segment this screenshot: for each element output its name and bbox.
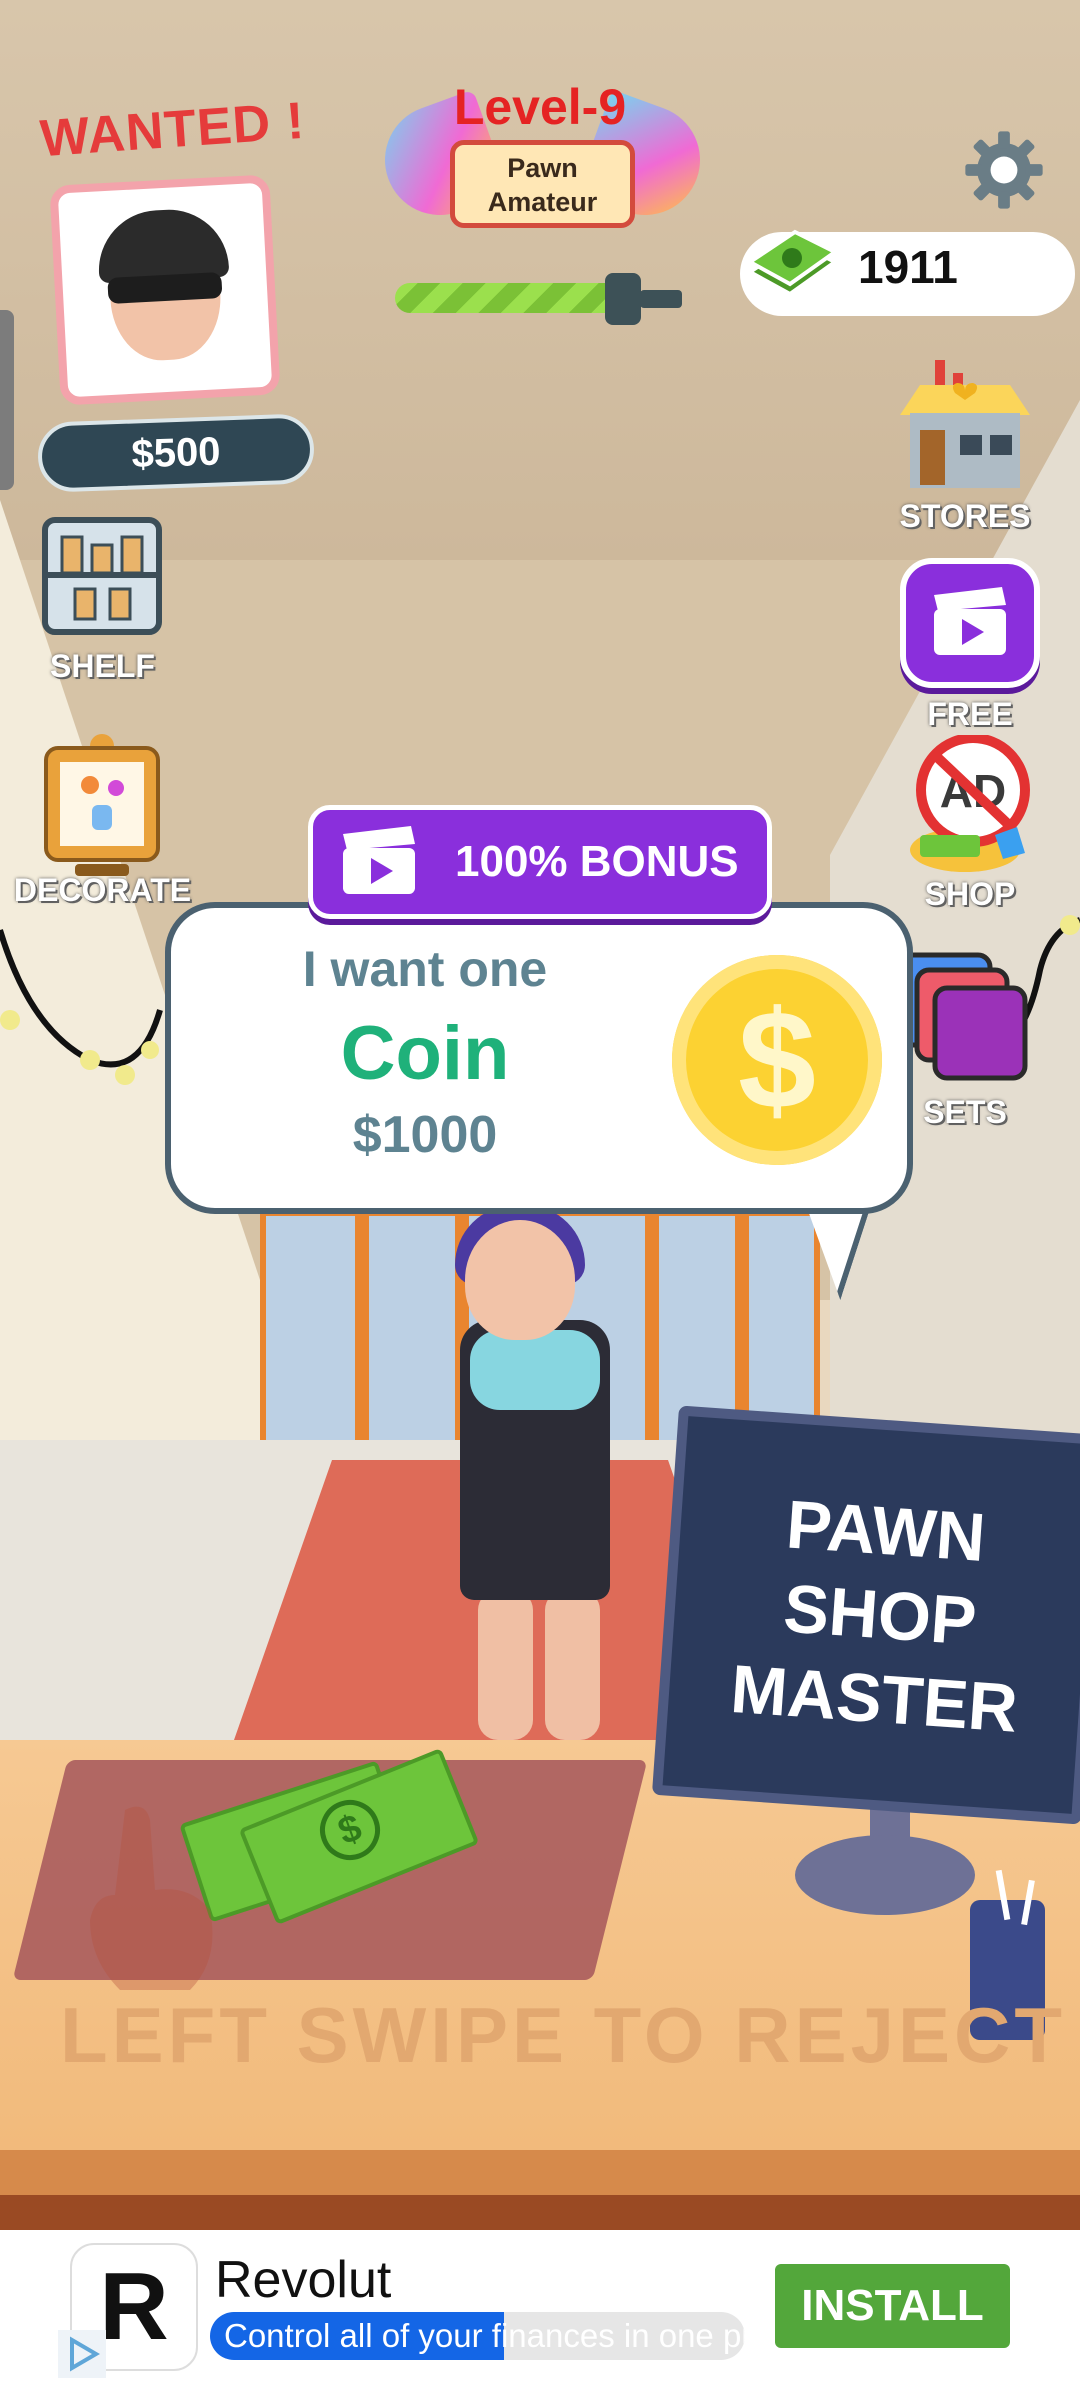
masked-face-icon — [106, 217, 224, 363]
no-ads-icon[interactable]: AD — [905, 735, 1035, 875]
ad-subtitle: Control all of your finances in one plac… — [210, 2312, 745, 2360]
offer-request-text: I want one — [302, 941, 548, 997]
store-house-icon[interactable] — [895, 355, 1035, 495]
shelf-label: SHELF — [50, 648, 155, 684]
customer-leg — [478, 1590, 533, 1740]
shelf-icon[interactable] — [40, 515, 164, 639]
pawn-shop-monitor: PAWN SHOP MASTER — [651, 1405, 1080, 1825]
card-sets-icon[interactable] — [895, 950, 1035, 1090]
stores-label: STORES — [899, 498, 1031, 534]
side-drawer-handle[interactable] — [0, 310, 14, 490]
free-label: FREE — [927, 696, 1013, 732]
rank-badge[interactable]: Pawn Amateur — [450, 140, 635, 228]
pointing-hand-icon — [90, 1806, 213, 1990]
monitor-title: PAWN SHOP MASTER — [728, 1486, 1020, 1747]
monitor-base — [795, 1835, 975, 1915]
free-video-button[interactable] — [900, 558, 1040, 688]
coin-dollar-glyph: $ — [738, 981, 816, 1138]
progress-marker — [605, 273, 641, 325]
cash-stack-icon — [746, 229, 839, 297]
customer-character[interactable] — [465, 1220, 575, 1340]
install-button[interactable]: INSTALL — [775, 2264, 1010, 2348]
counter-bottom — [0, 2195, 1080, 2230]
window-frame — [355, 1210, 369, 1440]
window-frame — [645, 1210, 659, 1440]
bonus-label: 100% BONUS — [455, 837, 739, 886]
wanted-portrait[interactable] — [49, 174, 281, 406]
video-clapper-icon — [934, 587, 1006, 655]
wanted-reward: $500 — [36, 413, 316, 493]
bonus-video-button[interactable]: 100% BONUS — [308, 805, 772, 919]
offer-item-price: $1000 — [352, 1106, 498, 1164]
counter-edge — [0, 2150, 1080, 2200]
customer-shirt — [470, 1330, 600, 1410]
window-frame — [735, 1210, 749, 1440]
level-label: Level-9 — [453, 79, 627, 135]
cash-amount: 1911 — [858, 241, 958, 293]
picture-frame-icon[interactable] — [40, 730, 164, 880]
gold-coin-icon: $ — [672, 955, 882, 1165]
offer-item-name: Coin — [340, 1011, 510, 1096]
shop-label: SHOP — [924, 876, 1016, 912]
adchoices-icon[interactable] — [58, 2330, 106, 2378]
settings-gear-icon[interactable] — [962, 128, 1046, 212]
video-clapper-icon — [343, 826, 415, 894]
string-lights-left — [0, 929, 163, 1085]
progress-marker-handle — [640, 290, 682, 308]
customer-leg — [545, 1590, 600, 1740]
ad-title[interactable]: Revolut — [215, 2250, 391, 2310]
decorate-label: DECORATE — [13, 872, 192, 908]
swipe-hint: LEFT SWIPE TO REJECT — [60, 1991, 1066, 2079]
